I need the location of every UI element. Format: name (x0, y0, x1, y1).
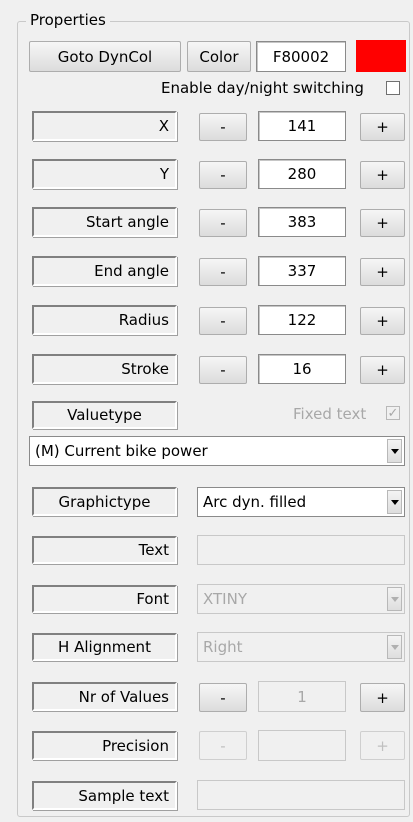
precision-label: Precision (32, 731, 177, 760)
start-angle-value-field[interactable]: 383 (258, 207, 346, 237)
sample-text-label: Sample text (32, 781, 177, 810)
end-angle-label: End angle (32, 256, 177, 286)
end-angle-minus-button[interactable]: - (199, 258, 247, 286)
x-label: X (32, 111, 177, 141)
start-angle-label: Start angle (32, 207, 177, 237)
y-minus-button[interactable]: - (199, 161, 247, 189)
end-angle-value-field[interactable]: 337 (258, 256, 346, 286)
graphictype-label: Graphictype (32, 487, 177, 516)
font-label: Font (32, 585, 177, 613)
chevron-down-icon[interactable] (387, 439, 402, 463)
h-alignment-selected: Right (203, 638, 243, 656)
text-field[interactable] (197, 535, 405, 565)
start-angle-plus-button[interactable]: + (360, 209, 405, 237)
chevron-down-icon[interactable] (387, 635, 402, 659)
radius-label: Radius (32, 305, 177, 335)
color-swatch[interactable] (356, 40, 406, 72)
nr-of-values-label: Nr of Values (32, 682, 177, 711)
goto-dyncol-button[interactable]: Goto DynCol (29, 41, 181, 72)
nr-of-values-field[interactable]: 1 (258, 681, 346, 712)
chevron-down-icon[interactable] (387, 587, 402, 611)
chevron-down-icon[interactable] (387, 490, 402, 514)
x-value-field[interactable]: 141 (258, 111, 346, 141)
valuetype-select[interactable]: (M) Current bike power (29, 436, 405, 466)
stroke-minus-button[interactable]: - (199, 356, 247, 384)
stroke-plus-button[interactable]: + (360, 356, 405, 384)
checkmark-icon: ✓ (387, 406, 399, 421)
color-button[interactable]: Color (187, 41, 251, 72)
end-angle-plus-button[interactable]: + (360, 258, 405, 286)
start-angle-minus-button[interactable]: - (199, 209, 247, 237)
precision-plus-button[interactable]: + (360, 731, 405, 760)
sample-text-field (197, 780, 405, 810)
precision-minus-button[interactable]: - (199, 731, 247, 760)
stroke-label: Stroke (32, 354, 177, 384)
y-plus-button[interactable]: + (360, 161, 405, 189)
radius-plus-button[interactable]: + (360, 307, 405, 335)
radius-value-field[interactable]: 122 (258, 305, 346, 335)
nr-of-values-minus-button[interactable]: - (199, 683, 247, 712)
graphictype-selected: Arc dyn. filled (203, 493, 307, 511)
nr-of-values-plus-button[interactable]: + (360, 683, 405, 712)
stroke-value-field[interactable]: 16 (258, 354, 346, 384)
x-minus-button[interactable]: - (199, 113, 247, 141)
day-night-label: Enable day/night switching (161, 79, 364, 97)
fixed-text-label: Fixed text (293, 405, 367, 423)
h-alignment-select[interactable]: Right (197, 632, 405, 662)
properties-title: Properties (26, 11, 110, 29)
valuetype-label: Valuetype (32, 401, 177, 429)
x-plus-button[interactable]: + (360, 113, 405, 141)
font-select[interactable]: XTINY (197, 584, 405, 614)
graphictype-select[interactable]: Arc dyn. filled (197, 487, 405, 517)
day-night-checkbox[interactable] (386, 81, 400, 95)
text-label: Text (32, 536, 177, 564)
font-selected: XTINY (203, 590, 247, 608)
h-alignment-label: H Alignment (32, 633, 177, 661)
y-value-field[interactable]: 280 (258, 159, 346, 189)
y-label: Y (32, 159, 177, 189)
precision-field[interactable] (258, 730, 346, 761)
color-value-field[interactable]: F80002 (256, 41, 346, 72)
valuetype-selected: (M) Current bike power (35, 442, 208, 460)
fixed-text-checkbox[interactable]: ✓ (386, 406, 400, 420)
radius-minus-button[interactable]: - (199, 307, 247, 335)
